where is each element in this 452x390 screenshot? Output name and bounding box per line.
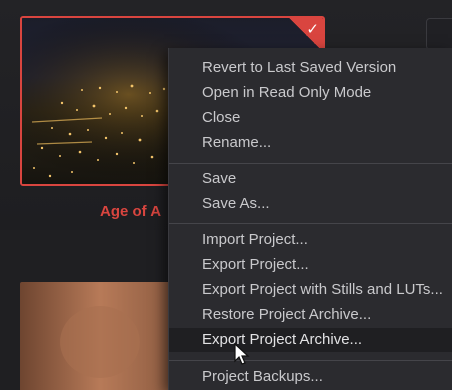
menu-divider <box>169 360 452 361</box>
project-thumbnail-partial[interactable] <box>426 18 452 50</box>
menu-item-export-project[interactable]: Export Project... <box>169 253 452 277</box>
menu-item-export-with-stills[interactable]: Export Project with Stills and LUTs... <box>169 278 452 302</box>
project-thumbnail-2[interactable] <box>20 282 180 390</box>
menu-item-open-read-only[interactable]: Open in Read Only Mode <box>169 81 452 105</box>
menu-item-export-archive[interactable]: Export Project Archive... <box>169 328 452 352</box>
menu-item-import-project[interactable]: Import Project... <box>169 228 452 252</box>
menu-divider <box>169 163 452 164</box>
menu-divider <box>169 223 452 224</box>
check-icon: ✓ <box>306 21 319 38</box>
project-context-menu: Revert to Last Saved Version Open in Rea… <box>168 48 452 390</box>
menu-item-project-backups[interactable]: Project Backups... <box>169 365 452 389</box>
menu-item-save-as[interactable]: Save As... <box>169 192 452 216</box>
selected-check-badge: ✓ <box>289 18 323 52</box>
mouse-pointer-icon <box>234 343 250 365</box>
menu-item-close[interactable]: Close <box>169 106 452 130</box>
menu-item-restore-archive[interactable]: Restore Project Archive... <box>169 303 452 327</box>
menu-item-rename[interactable]: Rename... <box>169 131 452 155</box>
menu-item-save[interactable]: Save <box>169 167 452 191</box>
portrait-image <box>20 282 180 390</box>
menu-item-revert[interactable]: Revert to Last Saved Version <box>169 56 452 80</box>
